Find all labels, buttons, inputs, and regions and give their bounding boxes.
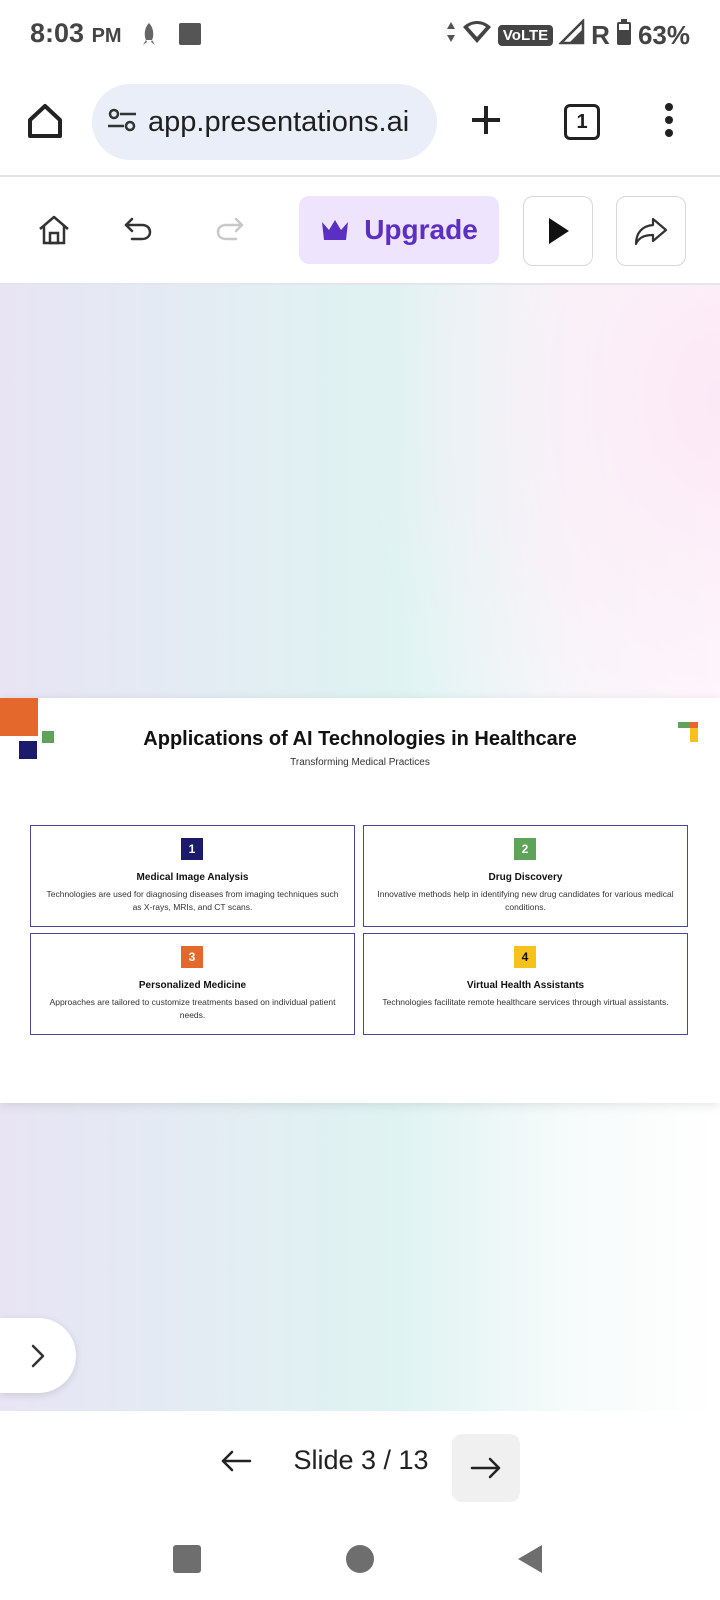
card-number-badge: 2: [514, 838, 536, 860]
recents-square-icon[interactable]: [173, 1545, 201, 1573]
browser-toolbar: app.presentations.ai 1: [0, 70, 720, 177]
home-circle-icon[interactable]: [346, 1545, 374, 1573]
slide[interactable]: Applications of AI Technologies in Healt…: [0, 698, 720, 1103]
status-bar: 8:03 PM VoLTE R 63%: [0, 0, 720, 70]
share-button[interactable]: [616, 196, 686, 266]
volte-badge: VoLTE: [497, 25, 554, 46]
upgrade-label: Upgrade: [364, 214, 478, 245]
card-title: Drug Discovery: [488, 872, 563, 883]
card-description: Technologies facilitate remote healthcar…: [382, 997, 669, 1007]
card-description: Technologies are used for diagnosing dis…: [46, 889, 339, 912]
undo-icon[interactable]: [122, 213, 154, 250]
wifi-icon: [462, 19, 492, 52]
app-home-icon[interactable]: [37, 213, 71, 252]
share-arrow-icon: [633, 215, 669, 247]
card-title: Personalized Medicine: [138, 980, 247, 991]
system-navigation-bar: [0, 1521, 720, 1600]
present-button[interactable]: [523, 196, 593, 266]
crown-icon: [320, 218, 350, 242]
previous-slide-button[interactable]: [212, 1437, 260, 1485]
address-bar[interactable]: app.presentations.ai: [92, 84, 437, 160]
arrow-left-icon: [220, 1449, 252, 1473]
battery-icon: [616, 18, 632, 53]
data-arrows-icon: [446, 20, 456, 51]
card-title: Virtual Health Assistants: [466, 980, 585, 991]
site-settings-icon[interactable]: [106, 105, 138, 140]
status-time: 8:03 PM: [30, 18, 122, 49]
card-personalized-medicine[interactable]: 3 Personalized Medicine Approaches are t…: [30, 933, 355, 1035]
arrow-right-icon: [470, 1456, 502, 1480]
status-clock: 8:03: [30, 18, 85, 48]
new-tab-icon[interactable]: [468, 102, 504, 143]
slide-navigation: Slide 3 / 13: [0, 1411, 720, 1521]
status-indicators: VoLTE R 63%: [446, 17, 690, 53]
redo-icon[interactable]: [214, 213, 246, 250]
roaming-indicator: R: [591, 20, 610, 50]
tab-switcher-button[interactable]: 1: [564, 104, 600, 140]
card-virtual-health-assistants[interactable]: 4 Virtual Health Assistants Technologies…: [363, 933, 688, 1035]
battery-percent: 63%: [637, 20, 690, 50]
play-icon: [545, 216, 571, 246]
url-text: app.presentations.ai: [148, 105, 410, 138]
card-medical-image-analysis[interactable]: 1 Medical Image Analysis Technologies ar…: [30, 825, 355, 927]
next-slide-button[interactable]: [452, 1434, 520, 1502]
card-description: Approaches are tailored to customize tre…: [49, 997, 336, 1020]
side-panel-toggle[interactable]: [0, 1318, 76, 1393]
card-title: Medical Image Analysis: [136, 872, 249, 883]
slide-canvas[interactable]: Applications of AI Technologies in Healt…: [0, 285, 720, 1411]
chevron-right-icon: [30, 1343, 46, 1369]
slide-counter: Slide 3 / 13: [293, 1445, 429, 1475]
card-drug-discovery[interactable]: 2 Drug Discovery Innovative methods help…: [363, 825, 688, 927]
rocket-icon: [140, 22, 158, 53]
card-number-badge: 4: [514, 946, 536, 968]
back-triangle-icon[interactable]: [516, 1543, 544, 1580]
slide-subtitle: Transforming Medical Practices: [290, 757, 430, 768]
upgrade-button[interactable]: Upgrade: [299, 196, 499, 264]
card-number-badge: 1: [181, 838, 203, 860]
notification-square-icon: [178, 22, 202, 51]
app-toolbar: Upgrade: [0, 177, 720, 285]
slide-title: Applications of AI Technologies in Healt…: [143, 728, 577, 750]
status-ampm: PM: [91, 25, 122, 47]
more-options-icon[interactable]: [664, 102, 674, 143]
home-icon[interactable]: [26, 102, 64, 145]
card-description: Innovative methods help in identifying n…: [377, 889, 674, 912]
card-number-badge: 3: [181, 946, 203, 968]
signal-icon: [558, 17, 585, 52]
